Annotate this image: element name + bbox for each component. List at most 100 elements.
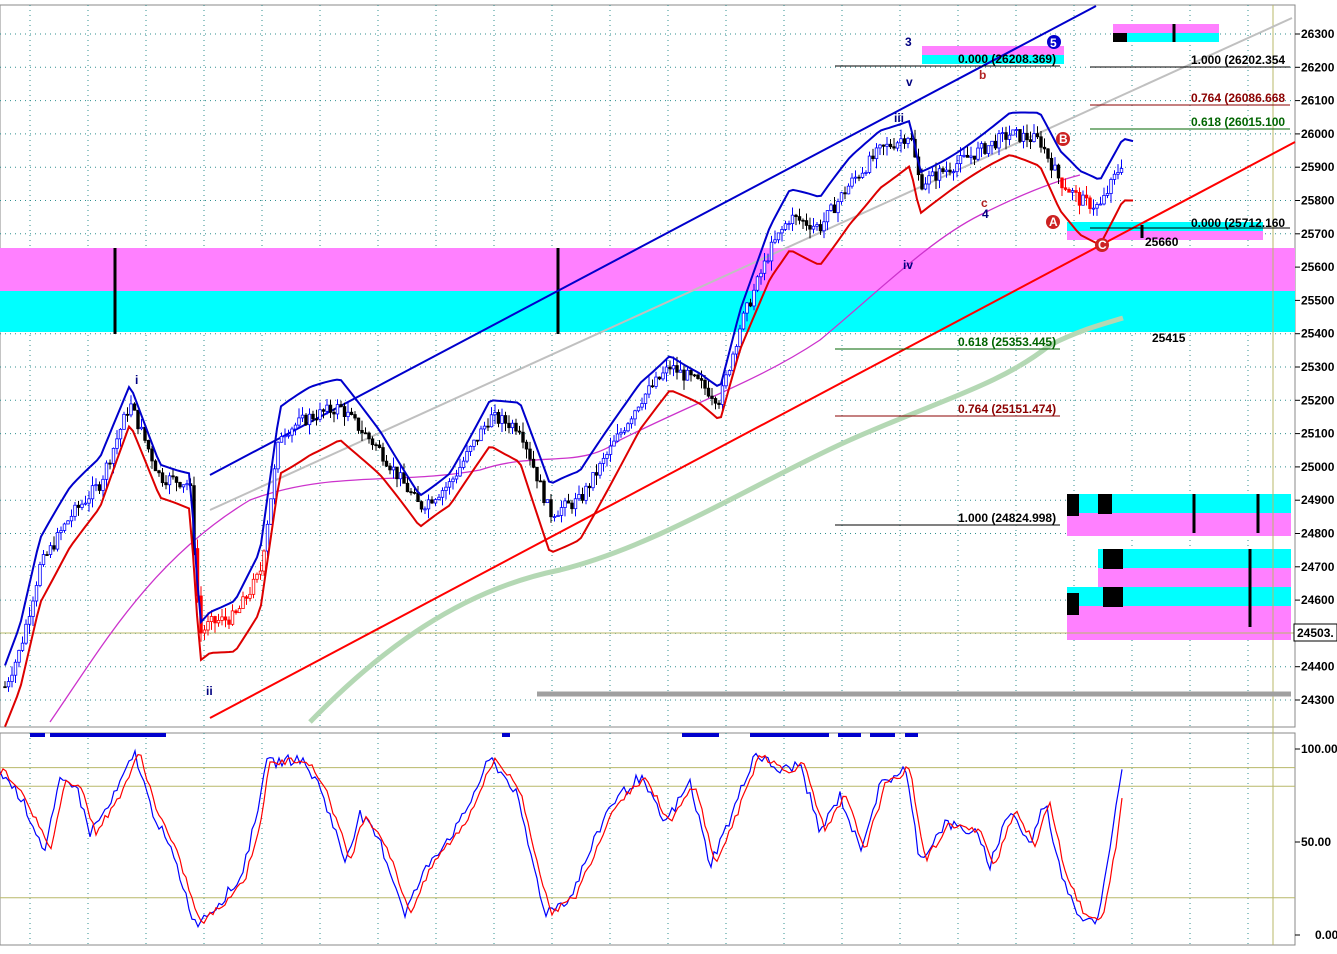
zone-r3-cyan (1067, 587, 1291, 606)
candle-body (766, 260, 770, 263)
price-tick-label: 24800 (1301, 527, 1335, 541)
candle-body (391, 466, 396, 471)
candle-body (458, 467, 462, 477)
candle-body (13, 661, 18, 676)
candle-body (825, 210, 830, 223)
candle-body (794, 214, 798, 217)
candle-body (643, 393, 648, 404)
candle-body (339, 404, 343, 407)
candle-body (27, 616, 32, 625)
candle-body (17, 649, 21, 663)
candle-body (1070, 190, 1075, 193)
candle-body (451, 478, 455, 483)
candle-body (927, 175, 931, 185)
candle-body (535, 466, 539, 482)
candle-body (20, 642, 25, 651)
candle-body (860, 172, 865, 178)
candle-body (528, 448, 532, 460)
candle-body (1081, 194, 1085, 206)
wave-label-c: c (981, 196, 988, 210)
candle-body (685, 369, 690, 381)
price-tick-label: 24600 (1301, 593, 1335, 607)
candle-body (286, 434, 291, 437)
candle-body (1035, 133, 1040, 138)
candle-body (741, 312, 746, 330)
candle-body (437, 496, 441, 500)
candle-body (52, 545, 56, 550)
candle-body (647, 385, 651, 395)
candle-body (976, 147, 980, 160)
wave-label-i: i (135, 373, 138, 387)
candle-body (699, 378, 704, 381)
candle-body (1032, 133, 1036, 143)
candle-body (1119, 168, 1124, 173)
candle-body (139, 426, 144, 430)
candle-body (146, 439, 151, 450)
candle-body (59, 530, 63, 533)
candle-body (66, 520, 70, 525)
candle-body (269, 498, 273, 525)
candle-body (713, 398, 718, 404)
candle-body (542, 480, 546, 504)
candle-body (1091, 207, 1096, 210)
candle-body (888, 143, 893, 148)
candle-body (402, 472, 406, 484)
candle-body (552, 516, 557, 518)
candle-body (465, 451, 469, 462)
candle-body (248, 593, 252, 599)
candle-body (115, 438, 119, 449)
candle-body (1004, 132, 1008, 140)
candle-body (132, 403, 137, 411)
candle-body (300, 414, 305, 419)
candle-body (423, 508, 427, 511)
candle-body (1077, 191, 1082, 206)
candle-body (671, 365, 676, 370)
osc-tick-label: 100.00 (1301, 742, 1337, 756)
candle-body (1116, 172, 1120, 175)
zone-r2-magenta (1098, 568, 1291, 587)
candle-body (283, 435, 287, 438)
candle-body (622, 430, 627, 433)
candle-body (720, 385, 725, 405)
candle-body (566, 500, 571, 504)
candle-body (1060, 177, 1064, 189)
candle-body (153, 460, 158, 472)
candle-body (426, 499, 431, 510)
candle-body (895, 142, 900, 149)
candle-body (262, 550, 266, 572)
candle-body (878, 144, 882, 149)
candle-body (972, 155, 977, 160)
candle-body (1021, 132, 1026, 142)
candle-body (479, 428, 483, 442)
candle-body (1042, 146, 1047, 150)
candle-body (206, 621, 210, 631)
signal-bar (750, 733, 829, 737)
candle-body (811, 225, 816, 230)
candle-body (944, 169, 949, 173)
candle-body (797, 216, 802, 221)
candle-body (293, 424, 298, 430)
candle-body (1046, 148, 1050, 159)
candle-body (108, 462, 112, 465)
price-tick-label: 24900 (1301, 493, 1335, 507)
candle-body (776, 232, 781, 241)
price-annotation-25660: 25660 (1145, 235, 1179, 249)
zone-r3-magenta (1067, 606, 1291, 640)
candle-body (783, 223, 788, 230)
candle-body (923, 183, 928, 190)
candle-body (241, 596, 245, 609)
candle-body (265, 523, 270, 552)
candle-body (314, 418, 319, 421)
signal-bar (905, 733, 918, 737)
candle-body (370, 438, 375, 446)
candle-body (227, 619, 231, 625)
candle-body (440, 490, 445, 498)
candle-body (867, 155, 872, 173)
price-axis: 26300 26200 26100 26000 25900 25800 25700 25600… (1295, 27, 1335, 707)
candle-body (342, 406, 347, 418)
candle-body (181, 484, 186, 488)
candle-body (808, 225, 812, 230)
candle-body (664, 366, 669, 374)
candle-body (507, 422, 511, 429)
candle-body (94, 484, 98, 487)
